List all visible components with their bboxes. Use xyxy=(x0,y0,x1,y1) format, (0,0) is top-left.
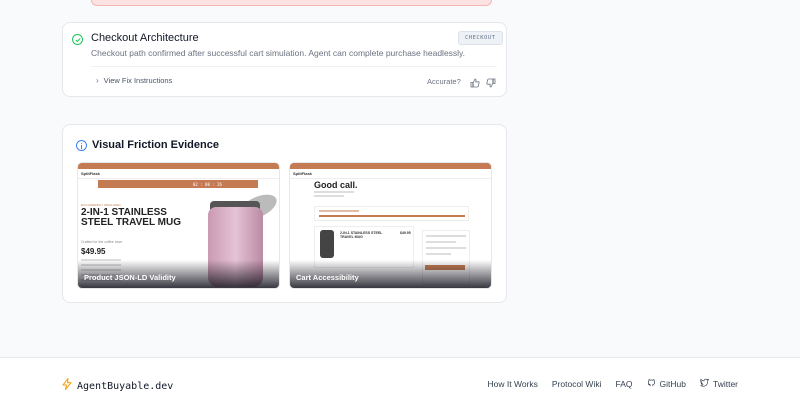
card-divider xyxy=(91,66,497,67)
screenshot-caption: Cart Accessibility xyxy=(296,273,359,282)
store-nav xyxy=(290,169,491,179)
cart-subtext xyxy=(314,191,354,199)
store-logo: SplitFlask xyxy=(81,171,100,176)
github-icon xyxy=(647,378,656,389)
product-price: $49.95 xyxy=(81,247,106,256)
store-logo: SplitFlask xyxy=(293,171,312,176)
evidence-screenshot-product[interactable]: SplitFlask 02 : 08 : 26 ECO-FRIENDLY INS… xyxy=(77,162,280,289)
thumbs-up-icon[interactable] xyxy=(470,75,480,88)
lightning-icon xyxy=(62,377,72,395)
accurate-label: Accurate? xyxy=(427,77,461,86)
link-label: FAQ xyxy=(615,378,633,389)
footer-link-how-it-works[interactable]: How It Works xyxy=(488,379,538,389)
cart-item-price: $49.95 xyxy=(400,231,411,235)
cart-heading: Good call. xyxy=(314,180,358,190)
footer-link-twitter[interactable]: Twitter xyxy=(700,378,738,389)
link-label: Protocol Wiki xyxy=(551,378,602,389)
view-fix-instructions-link[interactable]: › View Fix Instructions xyxy=(96,76,172,85)
brand-name: AgentBuyable.dev xyxy=(77,380,174,392)
tumbler-image xyxy=(320,230,334,258)
product-heading: 2-IN-1 STAINLESS STEEL TRAVEL MUG xyxy=(81,207,182,228)
twitter-icon xyxy=(700,378,710,389)
check-circle-icon xyxy=(72,34,83,45)
store-nav xyxy=(78,169,279,179)
info-icon xyxy=(76,140,87,151)
fix-link-label: View Fix Instructions xyxy=(103,76,173,85)
link-label: GitHub xyxy=(659,378,686,389)
checkout-title: Checkout Architecture xyxy=(91,32,199,44)
product-subtitle: Crafted for the coffee lover xyxy=(81,240,123,244)
friction-title: Visual Friction Evidence xyxy=(92,139,219,151)
cart-item-name: 2-IN-1 STAINLESS STEEL TRAVEL MUG xyxy=(340,231,383,239)
link-label: Twitter xyxy=(712,378,738,389)
shipping-progress xyxy=(314,206,469,221)
checkout-badge: CHECKOUT xyxy=(458,31,503,45)
thumbs-down-icon[interactable] xyxy=(486,75,496,88)
footer-link-faq[interactable]: FAQ xyxy=(615,379,632,389)
previous-card-edge xyxy=(91,0,492,6)
footer-links: How It Works Protocol Wiki FAQ GitHub Tw… xyxy=(488,378,739,389)
footer-link-github[interactable]: GitHub xyxy=(647,378,686,389)
chevron-right-icon: › xyxy=(96,76,99,85)
evidence-screenshot-cart[interactable]: SplitFlask Good call. 2-IN-1 STAINLESS S… xyxy=(289,162,492,289)
link-label: How It Works xyxy=(487,378,538,389)
footer-brand[interactable]: AgentBuyable.dev xyxy=(62,377,173,395)
promo-banner xyxy=(98,180,258,188)
screenshot-caption: Product JSON-LD Validity xyxy=(84,273,176,282)
footer-link-protocol-wiki[interactable]: Protocol Wiki xyxy=(552,379,602,389)
promo-timer: 02 : 08 : 26 xyxy=(193,182,222,187)
checkout-description: Checkout path confirmed after successful… xyxy=(91,48,466,58)
